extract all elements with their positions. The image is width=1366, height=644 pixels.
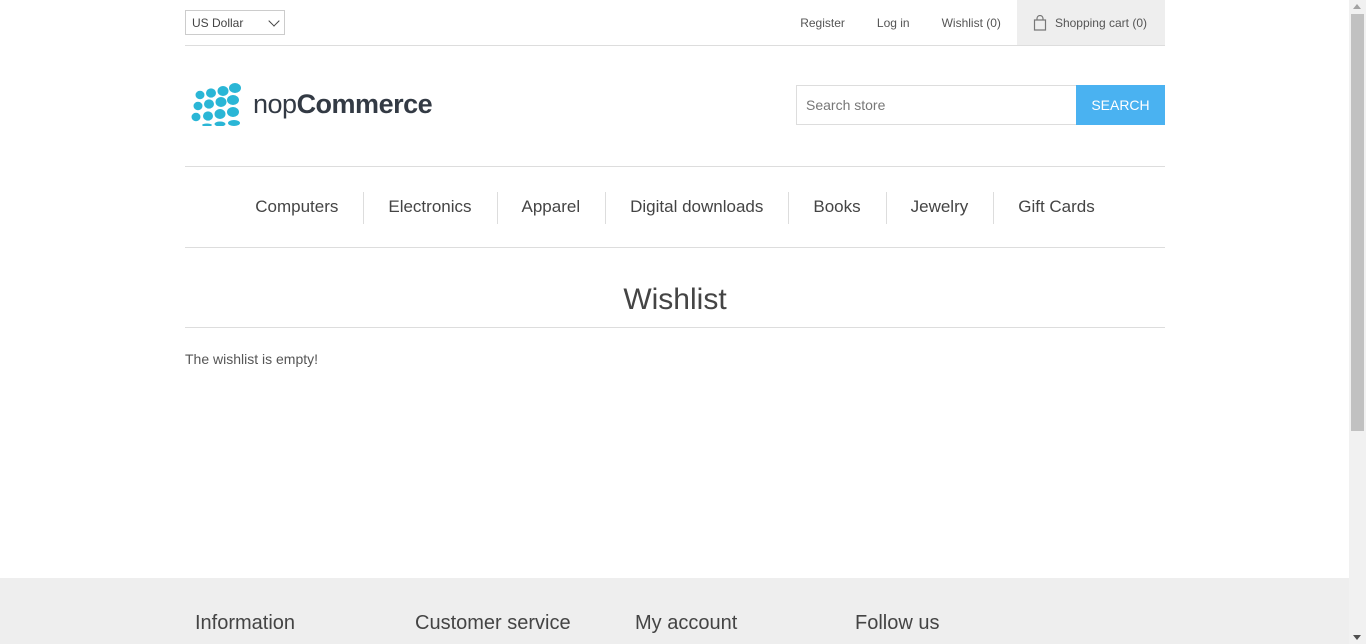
footer: Information Customer service My account … [0, 578, 1349, 644]
page-title-bar: Wishlist [185, 270, 1165, 328]
footer-title-follow-us: Follow us [855, 612, 940, 634]
menu-item-digital-downloads[interactable]: Digital downloads [605, 190, 788, 224]
vertical-scrollbar[interactable] [1349, 0, 1366, 644]
footer-title-information: Information [195, 612, 296, 634]
wishlist-link[interactable]: Wishlist (0) [942, 16, 1001, 30]
menu-item-books[interactable]: Books [788, 190, 885, 224]
scrollbar-thumb[interactable] [1351, 14, 1364, 431]
menu-item-gift-cards[interactable]: Gift Cards [993, 190, 1120, 224]
chevron-down-icon [268, 14, 280, 27]
top-menu: Computers Electronics Apparel Digital do… [185, 166, 1165, 248]
search-input[interactable]: Search store [796, 85, 1076, 125]
shopping-bag-icon [1033, 14, 1047, 31]
scroll-down-arrow-icon[interactable] [1353, 635, 1361, 640]
page-title: Wishlist [623, 283, 727, 316]
wishlist-empty-message: The wishlist is empty! [185, 351, 319, 367]
header-lower: nopCommerce Search store SEARCH [185, 46, 1165, 166]
page: US Dollar Register Log in Wishlist (0) S… [0, 0, 1349, 644]
logo-text-light: nop [253, 88, 297, 119]
currency-select[interactable]: US Dollar [185, 10, 285, 35]
header-upper: US Dollar Register Log in Wishlist (0) S… [185, 0, 1165, 46]
menu-item-jewelry[interactable]: Jewelry [885, 190, 994, 224]
register-link[interactable]: Register [800, 16, 845, 30]
search-box: Search store SEARCH [796, 85, 1165, 125]
header-links: Register Log in Wishlist (0) Shopping ca… [768, 0, 1165, 45]
footer-title-my-account: My account [635, 612, 738, 634]
currency-value: US Dollar [192, 15, 244, 30]
nopcommerce-logo[interactable]: nopCommerce [187, 82, 433, 126]
logo-text-bold: Commerce [296, 88, 433, 119]
menu-item-apparel[interactable]: Apparel [496, 190, 606, 224]
search-button[interactable]: SEARCH [1076, 85, 1165, 125]
scroll-up-arrow-icon[interactable] [1353, 4, 1361, 9]
menu-item-electronics[interactable]: Electronics [363, 190, 496, 224]
logo-text: nopCommerce [253, 88, 433, 120]
menu-item-computers[interactable]: Computers [230, 190, 363, 224]
footer-title-customer-service: Customer service [415, 612, 571, 634]
shopping-cart-link[interactable]: Shopping cart (0) [1016, 0, 1165, 45]
logo-dots-icon [191, 83, 241, 126]
login-link[interactable]: Log in [877, 16, 910, 30]
shopping-cart-label: Shopping cart (0) [1054, 15, 1147, 30]
